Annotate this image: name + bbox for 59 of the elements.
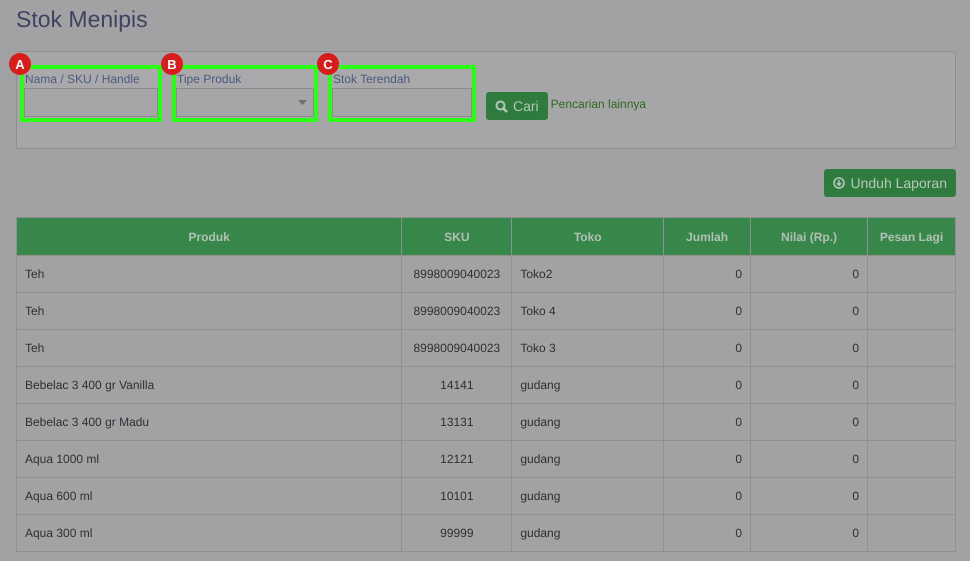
download-icon bbox=[833, 177, 846, 189]
table-cell: 8998009040023 bbox=[402, 292, 512, 330]
table-cell: Bebelac 3 400 gr Vanilla bbox=[16, 366, 402, 404]
column-header[interactable]: SKU bbox=[402, 218, 512, 256]
select-field[interactable] bbox=[176, 88, 314, 117]
table-cell: 0 bbox=[664, 366, 751, 404]
table-cell: 0 bbox=[750, 330, 868, 366]
table-cell: Teh bbox=[16, 256, 402, 292]
input-field[interactable] bbox=[332, 88, 472, 117]
table-cell: gudang bbox=[512, 366, 664, 404]
page-title: Stok Menipis bbox=[16, 6, 149, 33]
table-cell: gudang bbox=[512, 514, 664, 552]
table-cell: 0 bbox=[664, 478, 751, 514]
annotation-badge: C bbox=[317, 53, 339, 75]
table-cell: 8998009040023 bbox=[402, 256, 512, 292]
table-cell: 8998009040023 bbox=[402, 330, 512, 366]
table-cell: 99999 bbox=[402, 514, 512, 552]
table-cell: gudang bbox=[512, 440, 664, 478]
table-cell: 0 bbox=[750, 514, 868, 552]
table-cell: 0 bbox=[750, 256, 868, 292]
table-cell: gudang bbox=[512, 404, 664, 440]
column-header[interactable]: Produk bbox=[16, 218, 402, 256]
table-cell: Toko 4 bbox=[512, 292, 664, 330]
table-cell: 14141 bbox=[402, 366, 512, 404]
table-cell: 0 bbox=[750, 292, 868, 330]
table-cell: 13131 bbox=[402, 404, 512, 440]
table-cell: Aqua 300 ml bbox=[16, 514, 402, 552]
table-cell: 0 bbox=[750, 366, 868, 404]
table-cell: 12121 bbox=[402, 440, 512, 478]
table-cell: 0 bbox=[750, 478, 868, 514]
table-cell: 10101 bbox=[402, 478, 512, 514]
column-header[interactable]: Pesan Lagi bbox=[868, 218, 956, 256]
input-field[interactable] bbox=[24, 88, 158, 117]
table-cell: 0 bbox=[750, 404, 868, 440]
table-cell: 0 bbox=[664, 330, 751, 366]
caret-icon bbox=[298, 100, 307, 105]
search-icon bbox=[495, 100, 508, 112]
table-cell: 0 bbox=[664, 440, 751, 478]
table-cell: Toko2 bbox=[512, 256, 664, 292]
search-button[interactable]: Cari bbox=[486, 92, 548, 120]
column-header[interactable]: Toko bbox=[512, 218, 664, 256]
table-cell: Teh bbox=[16, 330, 402, 366]
annotation-badge: B bbox=[161, 53, 183, 75]
table-cell: 0 bbox=[750, 440, 868, 478]
more-search-link[interactable]: Pencarian lainnya bbox=[550, 97, 646, 111]
table-cell: 0 bbox=[664, 292, 751, 330]
table-cell: 0 bbox=[664, 404, 751, 440]
table-cell: gudang bbox=[512, 478, 664, 514]
column-header[interactable]: Jumlah bbox=[664, 218, 751, 256]
table-cell: Aqua 600 ml bbox=[16, 478, 402, 514]
annotation-badge: A bbox=[9, 53, 31, 75]
table-cell: Aqua 1000 ml bbox=[16, 440, 402, 478]
table-cell: 0 bbox=[664, 514, 751, 552]
download-button[interactable]: Unduh Laporan bbox=[824, 169, 956, 197]
table-cell: Toko 3 bbox=[512, 330, 664, 366]
table-cell: Bebelac 3 400 gr Madu bbox=[16, 404, 402, 440]
column-header[interactable]: Nilai (Rp.) bbox=[750, 218, 868, 256]
table-cell: Teh bbox=[16, 292, 402, 330]
table-cell: 0 bbox=[664, 256, 751, 292]
